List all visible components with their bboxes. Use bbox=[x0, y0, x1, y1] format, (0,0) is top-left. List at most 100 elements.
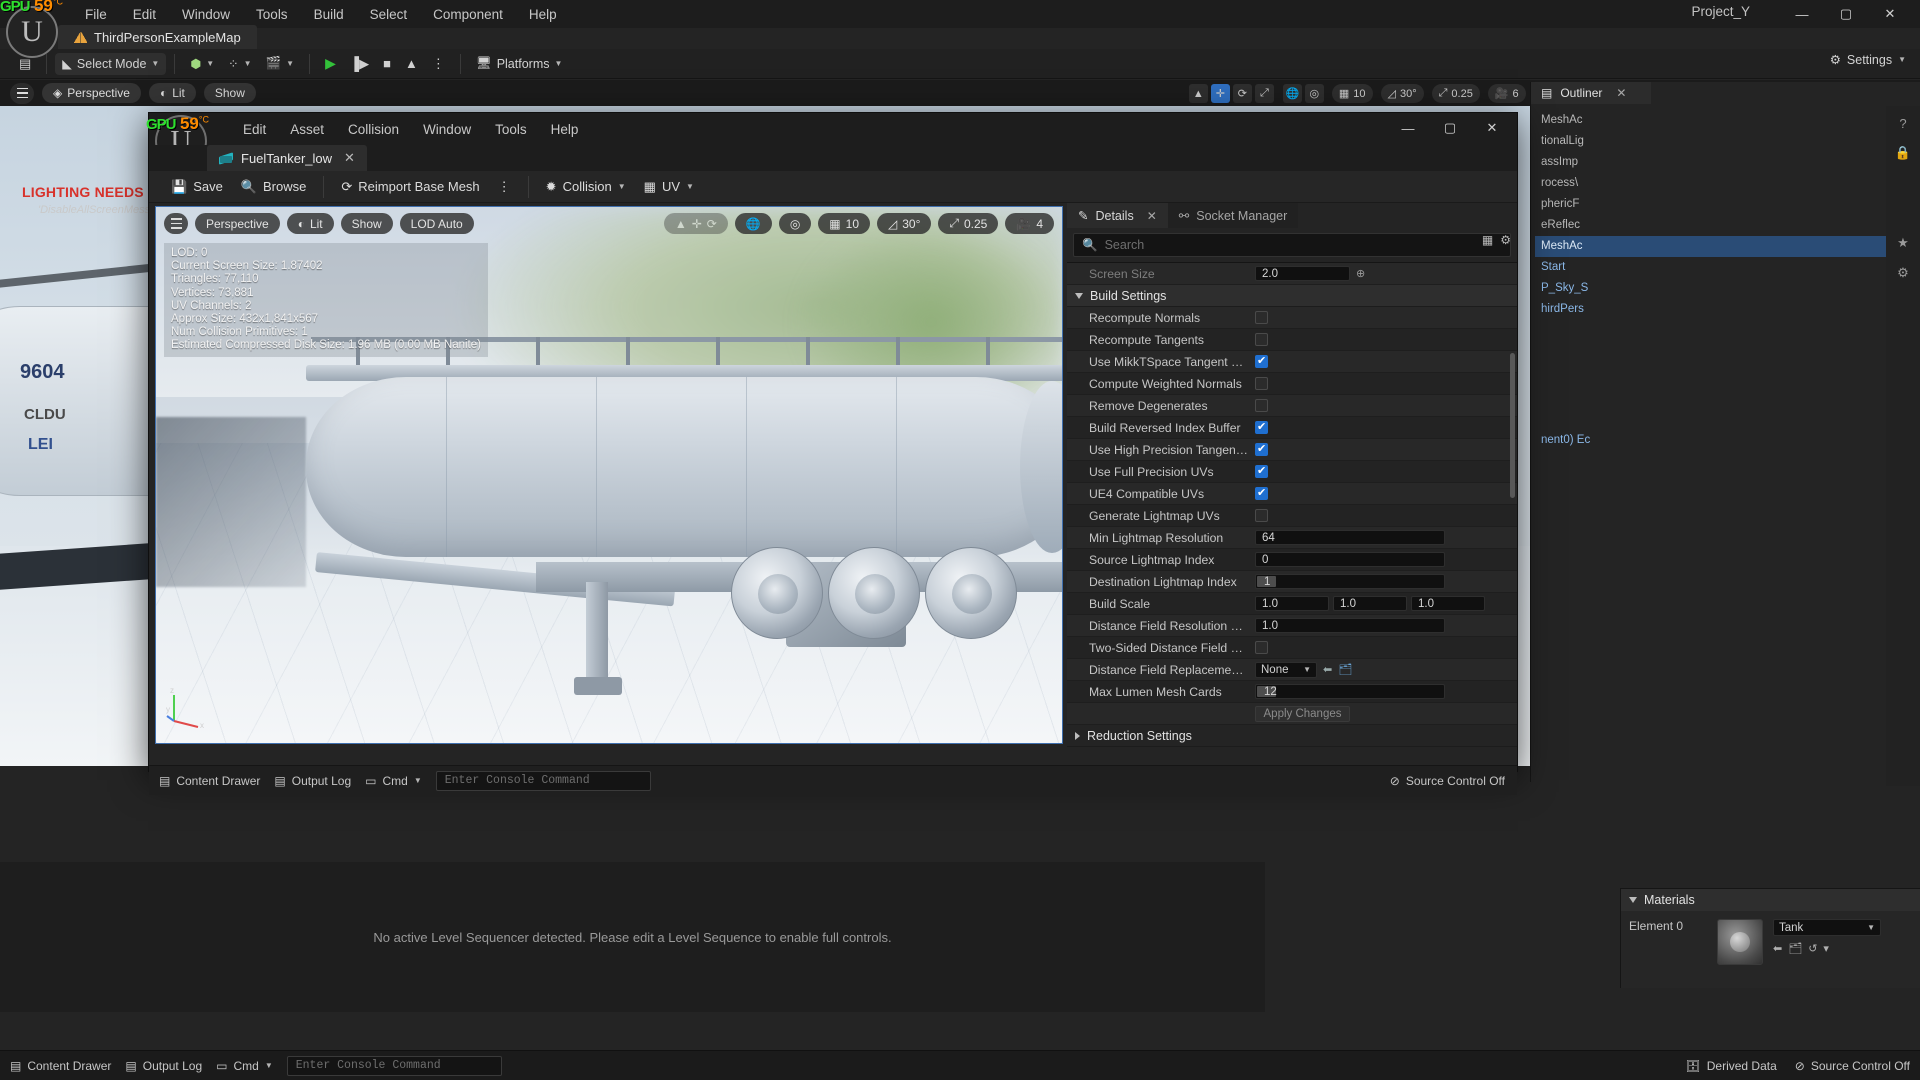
mesh-camera-speed-control[interactable]: 🎥 4 bbox=[1005, 213, 1054, 234]
checkbox-remove-degenerates[interactable] bbox=[1255, 399, 1268, 412]
tab-fueltanker-low[interactable]: FuelTanker_low ✕ bbox=[207, 145, 367, 171]
browse-asset-button[interactable]: 🔍 Browse bbox=[233, 175, 315, 199]
menu-help[interactable]: Help bbox=[516, 3, 570, 26]
details-scrollbar[interactable] bbox=[1510, 353, 1515, 498]
list-item[interactable]: nent0) Ec bbox=[1535, 430, 1916, 451]
input-max-lumen-mesh-cards[interactable]: 12 bbox=[1255, 684, 1445, 699]
checkbox-two-sided-distance-field[interactable] bbox=[1255, 641, 1268, 654]
asset-source-control-button[interactable]: ⊘ Source Control Off bbox=[1390, 774, 1505, 788]
row-apply-changes[interactable]: Apply Changes bbox=[1067, 703, 1517, 725]
section-reduction-settings[interactable]: Reduction Settings bbox=[1067, 725, 1517, 747]
viewport-menu-icon-mesh[interactable] bbox=[164, 213, 188, 234]
details-search-input[interactable]: 🔍 Search bbox=[1073, 233, 1511, 257]
platforms-dropdown[interactable]: 🖥 Platforms ▼ bbox=[469, 53, 570, 75]
close-button[interactable]: ✕ bbox=[1868, 2, 1912, 26]
table-row[interactable]: Distance Field Replacement Mesh None ▼ ⬅… bbox=[1067, 659, 1517, 681]
console-input[interactable]: Enter Console Command bbox=[286, 1055, 502, 1076]
asset-console-input[interactable]: Enter Console Command bbox=[435, 770, 651, 791]
tab-socket-manager[interactable]: ⚯ Socket Manager bbox=[1167, 203, 1299, 228]
input-build-scale-x[interactable]: 1.0 bbox=[1255, 596, 1329, 611]
menu-component[interactable]: Component bbox=[420, 3, 516, 26]
mesh-lit-dropdown[interactable]: ◐ Lit bbox=[286, 213, 334, 234]
list-item[interactable]: assImp bbox=[1535, 152, 1916, 173]
table-row[interactable]: Distance Field Resolution Scale 1.0 bbox=[1067, 615, 1517, 637]
checkbox-use-high-precision-tangent-basis[interactable] bbox=[1255, 442, 1268, 456]
menu-file[interactable]: File bbox=[72, 3, 120, 26]
table-row[interactable]: Build Scale 1.0 1.0 1.0 bbox=[1067, 593, 1517, 615]
checkbox-compute-weighted-normals[interactable] bbox=[1255, 377, 1268, 390]
input-source-lightmap-index[interactable]: 0 bbox=[1255, 552, 1445, 567]
scale-snap-control[interactable]: ⤢ 0.25 bbox=[1431, 84, 1480, 103]
menu-window[interactable]: Window bbox=[169, 3, 243, 26]
mesh-perspective-dropdown[interactable]: Perspective bbox=[195, 213, 280, 234]
table-row[interactable]: Remove Degenerates bbox=[1067, 395, 1517, 417]
asset-menu-window[interactable]: Window bbox=[411, 117, 483, 142]
list-item[interactable]: eReflec bbox=[1535, 215, 1916, 236]
checkbox-use-mikktspace[interactable] bbox=[1255, 354, 1268, 368]
scale-tool-button[interactable]: ⤢ bbox=[1254, 84, 1274, 103]
table-row[interactable]: Use High Precision Tangent Basis bbox=[1067, 439, 1517, 461]
output-log-button[interactable]: ▤ Output Log bbox=[125, 1059, 202, 1073]
table-row[interactable]: Use MikkTSpace Tangent Space bbox=[1067, 351, 1517, 373]
table-row[interactable]: Generate Lightmap UVs bbox=[1067, 505, 1517, 527]
stop-button[interactable]: ■ bbox=[376, 53, 398, 75]
menu-select[interactable]: Select bbox=[357, 3, 421, 26]
more-icon-material[interactable]: ▾ bbox=[1823, 942, 1829, 955]
mesh-show-dropdown[interactable]: Show bbox=[340, 213, 393, 234]
mesh-scale-snap-control[interactable]: ⤢ 0.25 bbox=[938, 213, 999, 234]
eject-button[interactable]: ▲ bbox=[398, 53, 425, 75]
reimport-options-button[interactable]: ⋮ bbox=[490, 175, 519, 199]
world-space-button[interactable]: 🌐 bbox=[1282, 84, 1302, 103]
input-build-scale-y[interactable]: 1.0 bbox=[1333, 596, 1407, 611]
outliner-close-icon[interactable]: ✕ bbox=[1616, 86, 1626, 100]
derived-data-button[interactable]: 🗄 Derived Data bbox=[1686, 1059, 1777, 1073]
table-row[interactable]: Recompute Normals bbox=[1067, 307, 1517, 329]
surface-snap-button[interactable]: ◎ bbox=[1304, 84, 1324, 103]
checkbox-ue4-compatible-uvs[interactable] bbox=[1255, 486, 1268, 500]
table-row[interactable]: Compute Weighted Normals bbox=[1067, 373, 1517, 395]
list-item[interactable]: Start bbox=[1535, 257, 1916, 278]
asset-menu-collision[interactable]: Collision bbox=[336, 117, 411, 142]
save-asset-button[interactable]: 💾 Save bbox=[163, 175, 231, 199]
table-row[interactable]: Build Reversed Index Buffer bbox=[1067, 417, 1517, 439]
checkbox-recompute-tangents[interactable] bbox=[1255, 333, 1268, 346]
collision-dropdown[interactable]: ✹ Collision ▼ bbox=[538, 175, 634, 199]
use-selected-icon[interactable]: ⬅ bbox=[1773, 942, 1782, 955]
minimize-button[interactable]: — bbox=[1780, 2, 1824, 26]
tab-third-person-example-map[interactable]: ThirdPersonExampleMap bbox=[58, 25, 257, 49]
table-row[interactable]: Use Full Precision UVs bbox=[1067, 461, 1517, 483]
level-show-dropdown[interactable]: Show bbox=[203, 83, 256, 103]
reset-icon-material[interactable]: ↺ bbox=[1808, 942, 1817, 955]
table-row[interactable]: Destination Lightmap Index 1 bbox=[1067, 571, 1517, 593]
list-item[interactable]: phericF bbox=[1535, 194, 1916, 215]
material-thumbnail[interactable] bbox=[1717, 919, 1763, 965]
table-row[interactable]: Source Lightmap Index 0 bbox=[1067, 549, 1517, 571]
asset-cmd-dropdown[interactable]: ▭ Cmd ▼ bbox=[365, 774, 422, 788]
mesh-transform-tools[interactable]: ▲ ✛ ⟳ bbox=[663, 213, 728, 234]
reset-icon[interactable]: ⊕ bbox=[1356, 267, 1365, 280]
reimport-base-mesh-button[interactable]: ⟳ Reimport Base Mesh bbox=[333, 175, 487, 199]
screen-size-input[interactable]: 2.0 bbox=[1255, 266, 1350, 281]
table-row[interactable]: Max Lumen Mesh Cards 12 bbox=[1067, 681, 1517, 703]
asset-menu-edit[interactable]: Edit bbox=[231, 117, 278, 142]
list-item[interactable]: hirdPers bbox=[1535, 299, 1916, 320]
settings-dropdown[interactable]: ⚙ Settings ▼ bbox=[1830, 52, 1906, 68]
add-actor-button[interactable]: ⬢ ▼ bbox=[183, 53, 221, 75]
input-distance-field-resolution-scale[interactable]: 1.0 bbox=[1255, 618, 1445, 633]
browse-asset-icon[interactable]: 🗂 bbox=[1338, 663, 1352, 676]
materials-header[interactable]: Materials bbox=[1621, 889, 1920, 911]
menu-tools[interactable]: Tools bbox=[243, 3, 301, 26]
play-button[interactable]: ▶ bbox=[318, 53, 343, 75]
section-build-settings[interactable]: Build Settings bbox=[1067, 285, 1517, 307]
grid-snap-control[interactable]: ▦ 10 bbox=[1331, 84, 1373, 103]
checkbox-recompute-normals[interactable] bbox=[1255, 311, 1268, 324]
asset-menu-asset[interactable]: Asset bbox=[278, 117, 336, 142]
table-row[interactable]: Min Lightmap Resolution 64 bbox=[1067, 527, 1517, 549]
mesh-angle-snap-control[interactable]: ◿ 30° bbox=[877, 213, 932, 234]
asset-output-log-button[interactable]: ▤ Output Log bbox=[274, 774, 351, 788]
source-control-button[interactable]: ⊘ Source Control Off bbox=[1795, 1059, 1910, 1073]
asset-maximize-button[interactable]: ▢ bbox=[1429, 114, 1471, 142]
outliner-list[interactable]: MeshAc tionalLig assImp rocess\ phericF … bbox=[1531, 104, 1920, 457]
play-options-button[interactable]: ⋮ bbox=[425, 53, 452, 75]
select-tool-button[interactable]: ▲ bbox=[1188, 84, 1208, 103]
